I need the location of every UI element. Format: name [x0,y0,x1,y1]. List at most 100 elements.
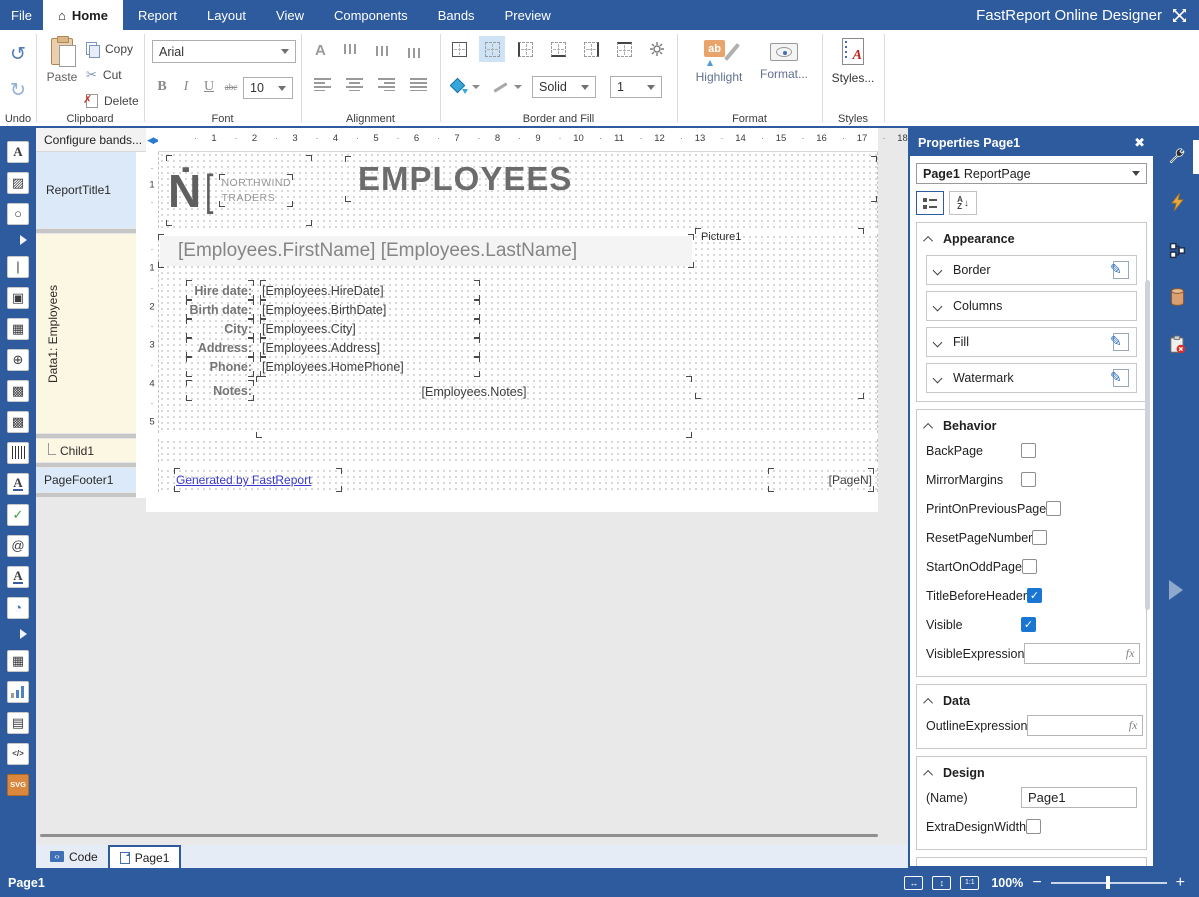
tool-gauge-expand[interactable] [0,623,36,645]
tool-map[interactable]: ⊕ [0,344,36,375]
expand-panel-icon[interactable] [1169,580,1183,600]
extra-design-width-checkbox[interactable] [1026,819,1041,834]
tool-shape[interactable]: ○ [0,198,36,229]
field-label-object[interactable]: Birth date: [188,301,252,318]
tool-barcode[interactable] [0,437,36,468]
visible-expression-input[interactable]: fx [1024,643,1140,664]
underline-button[interactable]: U [199,76,219,98]
undo-icon[interactable]: ↺ [6,42,30,66]
valign-top-button[interactable] [344,44,359,58]
employee-name-object[interactable]: [Employees.FirstName] [Employees.LastNam… [160,236,692,266]
titlebeforeheader-checkbox[interactable]: ✓ [1027,588,1042,603]
line-dropdown-icon[interactable] [514,85,522,89]
tool-shape-expand[interactable] [0,229,36,251]
field-label-object[interactable]: Hire date: [188,282,252,299]
fit-page-height-button[interactable]: ↕ [932,876,951,890]
configure-bands-link[interactable]: Configure bands... [36,128,146,152]
border-settings-button[interactable] [644,36,670,62]
align-justify-button[interactable] [410,78,427,91]
report-title-object[interactable]: EMPLOYEES [347,158,875,200]
edit-icon[interactable] [1113,333,1129,351]
bold-button[interactable]: B [152,76,172,98]
object-selector[interactable]: Page1 ReportPage [916,163,1147,184]
footer-link-object[interactable]: Generated by FastReport [176,470,340,490]
align-left-button[interactable] [314,78,331,91]
appearance-row-border[interactable]: Border [926,255,1137,285]
menu-tab-view[interactable]: View [261,0,319,30]
font-family-select[interactable]: Arial [152,40,296,63]
bottom-border-button[interactable] [545,36,571,62]
data-source-icon[interactable] [1166,286,1188,308]
menu-tab-bands[interactable]: Bands [423,0,490,30]
italic-button[interactable]: I [176,76,196,98]
tab-page1[interactable]: Page1 [108,845,182,868]
visible-checkbox[interactable]: ✓ [1021,617,1036,632]
tool-matrix[interactable]: ▩ [0,375,36,406]
field-label-object[interactable]: Phone: [188,358,252,375]
all-borders-button[interactable] [446,36,472,62]
tool-text-block[interactable]: A [0,561,36,592]
fill-dropdown-icon[interactable] [472,85,480,89]
notes-value-object[interactable]: [Employees.Notes] [258,378,690,436]
appearance-row-fill[interactable]: Fill [926,327,1137,357]
menu-tab-components[interactable]: Components [319,0,423,30]
band-report-title[interactable]: ReportTitle1 [36,152,136,228]
tool-svg[interactable]: SVG [0,769,36,800]
zoom-actual-size-button[interactable]: 1:1 [960,876,979,890]
tool-subreport[interactable]: ▣ [0,282,36,313]
field-value-object[interactable]: [Employees.City] [262,320,478,337]
paste-button[interactable]: Paste [44,38,80,100]
band-separator[interactable] [36,492,136,498]
menu-tab-file[interactable]: File [0,0,43,30]
tool-text[interactable]: A [0,136,36,167]
section-header-behavior[interactable]: Behavior [926,416,1137,436]
field-label-object[interactable]: City: [188,320,252,337]
line-width-select[interactable]: 1 [610,76,662,98]
tool-chart[interactable] [0,676,36,707]
logo-text-object[interactable]: NORTHWIND TRADERS [221,176,291,204]
strikethrough-button[interactable]: abc [221,76,241,98]
band-data[interactable]: Data1: Employees [36,234,136,433]
field-value-object[interactable]: [Employees.HomePhone] [262,358,478,375]
name-input[interactable]: Page1 [1021,787,1137,808]
tab-code[interactable]: ‹› Code [40,845,108,868]
field-value-object[interactable]: [Employees.BirthDate] [262,301,478,318]
validation-icon[interactable] [1166,333,1188,355]
line-color-button[interactable] [492,80,508,94]
styles-button[interactable]: Styles... [821,38,885,85]
top-border-button[interactable] [611,36,637,62]
band-page-footer[interactable]: PageFooter1 [36,468,136,492]
section-header-appearance[interactable]: Appearance [926,229,1137,249]
valign-bottom-button[interactable] [408,44,423,58]
fit-page-width-button[interactable]: ↔ [904,876,923,890]
delete-button[interactable]: Delete [86,92,139,110]
resetpagenumber-checkbox[interactable] [1032,530,1047,545]
tool-signature[interactable]: ▤ [0,707,36,738]
font-size-select[interactable]: 10 [243,77,293,99]
tool-checkbox[interactable]: ✓ [0,499,36,530]
zoom-slider[interactable] [1051,876,1167,889]
align-center-button[interactable] [346,78,363,91]
line-style-select[interactable]: Solid [532,76,596,98]
properties-wrench-icon[interactable] [1166,145,1188,167]
zoom-slider-thumb[interactable] [1106,876,1110,889]
field-label-object[interactable]: Address: [188,339,252,356]
startonoddpage-checkbox[interactable] [1022,559,1037,574]
cut-button[interactable]: ✂ Cut [86,66,122,84]
highlight-button[interactable]: ab Highlight [687,40,751,84]
horizontal-scrollbar[interactable] [40,834,878,837]
tool-html[interactable]: </> [0,738,36,769]
format-button[interactable]: Format... [752,43,816,81]
report-tree-icon[interactable] [1166,239,1188,261]
mirrormargins-checkbox[interactable] [1021,472,1036,487]
picture-object[interactable]: Picture1 [697,230,862,397]
tool-rich-text[interactable]: A [0,468,36,499]
no-borders-button[interactable] [479,36,505,62]
redo-icon[interactable]: ↻ [6,78,30,102]
page-number-object[interactable]: [PageN] [770,470,872,490]
right-border-button[interactable] [578,36,604,62]
field-value-object[interactable]: [Employees.HireDate] [262,282,478,299]
fill-color-button[interactable] [450,78,466,94]
appearance-row-watermark[interactable]: Watermark [926,363,1137,393]
outline-expression-input[interactable]: fx [1027,715,1143,736]
